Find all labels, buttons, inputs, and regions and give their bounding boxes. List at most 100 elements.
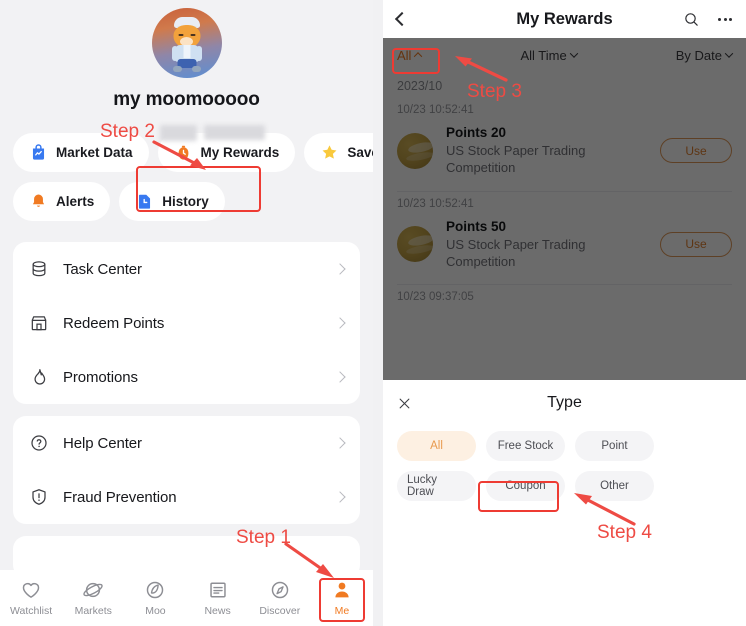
filter-sort[interactable]: By Date [675,47,734,63]
screenshot-root: my moomooooo Market Data My Rewards Sav … [0,0,746,626]
tab-moo[interactable]: Moo [124,579,186,617]
reward-timestamp: 10/23 10:52:41 [397,104,474,116]
header-actions [683,11,732,28]
quick-action-label: Alerts [56,194,95,209]
tab-label: Discover [259,605,301,617]
filter-sort-label: By Date [675,47,722,63]
step-2-label: Step 2 [100,121,155,142]
close-x-icon[interactable] [397,396,412,411]
avatar-ear-right [216,9,222,18]
moo-icon [147,581,164,599]
type-option-lucky-draw[interactable]: Lucky Draw [397,471,476,501]
menu-item-label: Promotions [63,368,138,386]
bell-icon [32,194,45,207]
menu-item-fraud-prevention[interactable]: Fraud Prevention [13,470,360,524]
rewards-list-region: All All Time By Date 2023/10 10/23 10:52… [383,38,746,380]
planet-icon [83,582,103,598]
star-icon [322,145,337,159]
step-3-label: Step 3 [467,81,522,102]
quick-action-label: History [162,194,209,209]
menu-item-label: Fraud Prevention [63,488,177,506]
redacted-block-2 [204,125,265,140]
chevron-right-icon [334,491,346,503]
type-option-coupon[interactable]: Coupon [486,471,565,501]
search-icon[interactable] [683,11,700,28]
quick-action-history[interactable]: History [119,182,225,221]
database-icon [32,261,46,277]
menu-item-label: Redeem Points [63,314,165,332]
chevron-right-icon [334,437,346,449]
tab-me[interactable]: Me [311,579,373,617]
reward-subtitle: US Stock Paper Trading Competition [446,143,586,176]
more-dots-icon[interactable] [718,17,732,21]
filter-time[interactable]: All Time [520,47,578,63]
reward-texts: Points 20 US Stock Paper Trading Competi… [446,125,647,177]
username: my moomooooo [113,89,260,110]
quick-action-label: Market Data [56,145,133,160]
news-icon [209,582,226,598]
market-data-icon [32,144,45,160]
use-button[interactable]: Use [660,138,732,164]
menu-item-label: Help Center [63,434,142,452]
avatar-wrapper [0,8,373,78]
step-4-label: Step 4 [597,522,652,543]
menu-item-promotions[interactable]: Promotions [13,350,360,404]
tab-news[interactable]: News [187,579,249,617]
type-option-other[interactable]: Other [575,471,654,501]
quick-action-label: Saved [347,145,373,160]
compass-icon [271,581,289,599]
tab-label: News [204,605,231,617]
question-circle-icon [31,435,47,451]
profile-header: my moomooooo [0,0,373,141]
sheet-header: Type [383,380,746,426]
menu-item-task-center[interactable]: Task Center [13,242,360,296]
menu-card-primary: Task Center Redeem Points Promotions [13,242,360,404]
avatar-eye-left [178,34,183,36]
quick-action-alerts[interactable]: Alerts [13,182,111,221]
use-button[interactable]: Use [660,231,732,257]
filter-bar: All All Time By Date [383,38,746,72]
menu-card-secondary: Help Center Fraud Prevention [13,416,360,524]
quick-action-label: My Rewards [200,145,280,160]
avatar-foot-left [172,66,182,72]
store-icon [31,316,47,331]
tab-discover[interactable]: Discover [249,579,311,617]
type-option-free-stock[interactable]: Free Stock [486,431,565,461]
person-icon [335,582,349,598]
my-rewards-screen: My Rewards All All Time By Date 2023/10 … [383,0,746,626]
avatar-ear-left [151,9,157,18]
chevron-down-icon [724,49,734,58]
tab-label: Me [334,605,350,617]
reward-timestamp: 10/23 09:37:05 [397,291,474,304]
quick-actions-row-2: Alerts History [0,182,373,221]
reward-list-item[interactable]: Points 50 US Stock Paper Trading Competi… [383,210,746,285]
sheet-title: Type [547,394,582,411]
heart-icon [22,582,40,598]
menu-item-redeem-points[interactable]: Redeem Points [13,296,360,350]
chevron-right-icon [334,263,346,275]
rewards-header: My Rewards [383,0,746,38]
tab-label: Watchlist [9,605,53,617]
filter-type[interactable]: All [397,47,423,63]
type-filter-sheet: Type All Free Stock Point Lucky Draw Cou… [383,380,746,626]
avatar-eye-right [190,34,195,36]
filter-time-label: All Time [520,47,567,63]
type-option-point[interactable]: Point [575,431,654,461]
avatar[interactable] [151,8,222,78]
history-clock-icon [139,194,151,209]
type-option-all[interactable]: All [397,431,476,461]
filter-type-label: All [397,47,412,63]
type-options-grid: All Free Stock Point Lucky Draw Coupon O… [383,426,746,501]
reward-list-item[interactable]: Points 20 US Stock Paper Trading Competi… [383,116,746,191]
redacted-block-1 [160,125,197,141]
reward-title: Points 50 [446,218,507,234]
chevron-right-icon [334,317,346,329]
quick-action-saved[interactable]: Saved [304,133,373,172]
panel-divider [373,0,383,626]
tab-label: Moo [145,605,166,617]
menu-item-help-center[interactable]: Help Center [13,416,360,470]
tab-watchlist[interactable]: Watchlist [0,579,62,617]
tab-markets[interactable]: Markets [62,579,124,617]
menu-item-label: Task Center [63,260,142,278]
back-chevron-icon[interactable] [394,11,410,27]
